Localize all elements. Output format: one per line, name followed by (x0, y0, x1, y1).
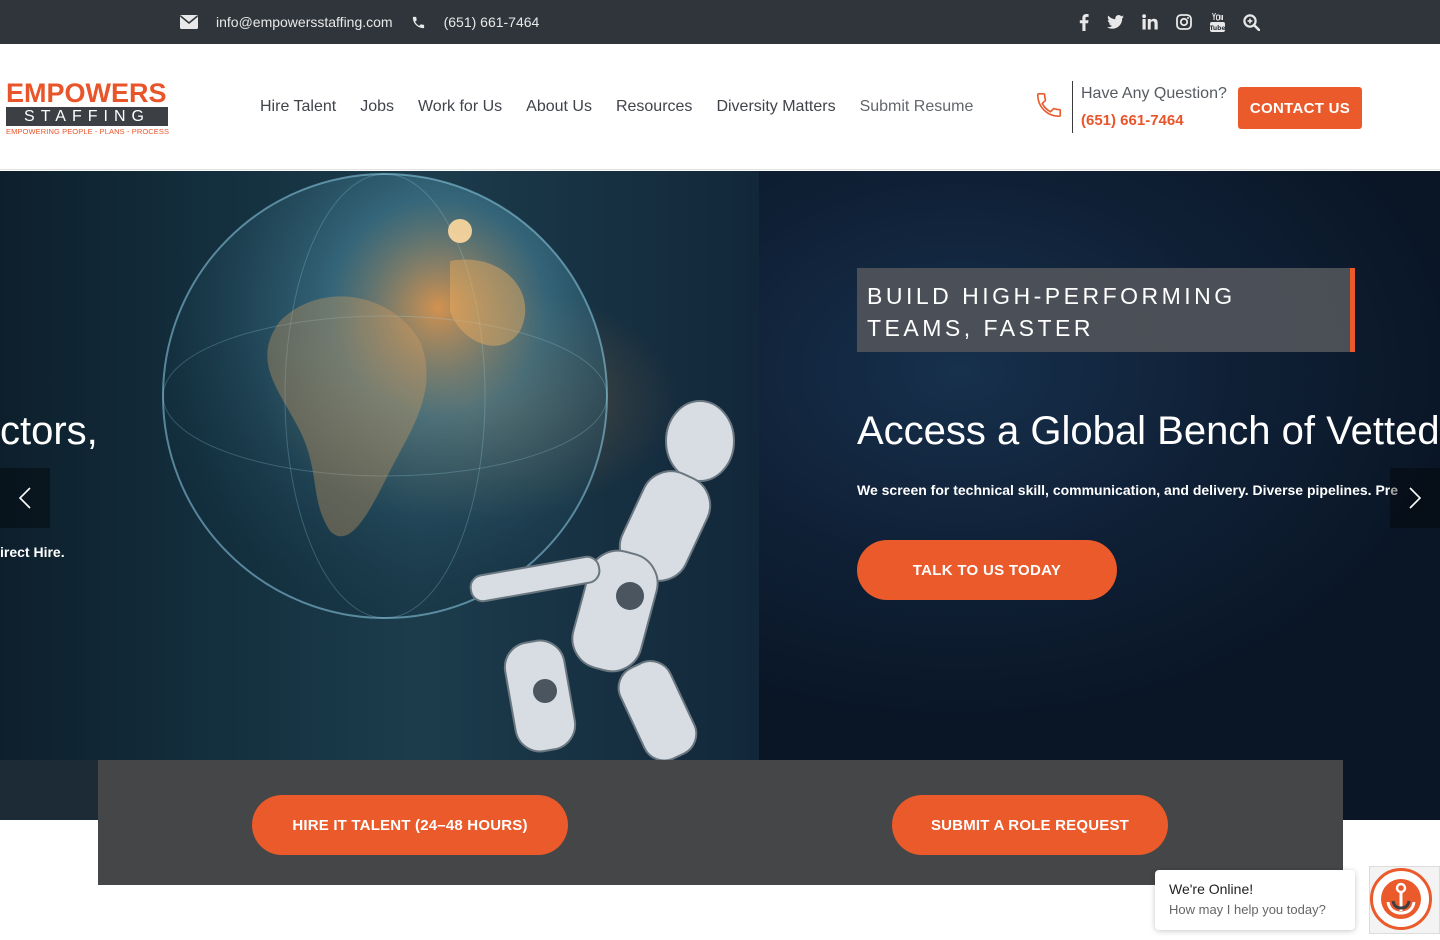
search-zoom-icon[interactable] (1243, 13, 1260, 31)
svg-text:Tube: Tube (1210, 25, 1225, 32)
social-links: Tube (1079, 0, 1260, 44)
nav-diversity-matters[interactable]: Diversity Matters (716, 98, 835, 116)
chat-title: We're Online! (1169, 881, 1254, 897)
youtube-icon[interactable]: Tube (1210, 12, 1225, 32)
facebook-icon[interactable] (1079, 13, 1089, 31)
top-email-link[interactable]: info@empowersstaffing.com (216, 14, 393, 30)
logo-subword: STAFFING (6, 107, 168, 126)
submit-role-request-button[interactable]: SUBMIT A ROLE REQUEST (892, 795, 1168, 855)
brand-logo[interactable]: EMPOWERS STAFFING EMPOWERING PEOPLE - PL… (6, 80, 172, 136)
instagram-icon[interactable] (1176, 14, 1192, 30)
contact-us-button[interactable]: CONTACT US (1238, 87, 1362, 129)
hire-it-talent-button[interactable]: HIRE IT TALENT (24–48 HOURS) (252, 795, 568, 855)
site-header: EMPOWERS STAFFING EMPOWERING PEOPLE - PL… (0, 44, 1440, 170)
phone-icon (411, 15, 426, 30)
header-phone-link[interactable]: (651) 661-7464 (1081, 109, 1227, 133)
hero-tagline: BUILD HIGH-PERFORMING TEAMS, FASTER (857, 268, 1355, 352)
prev-slide-subline: irect Hire. (0, 544, 65, 560)
linkedin-icon[interactable] (1142, 14, 1158, 30)
logo-wordmark: EMPOWERS (6, 78, 167, 108)
header-phone-box: Have Any Question? (651) 661-7464 (1034, 81, 1227, 133)
nav-submit-resume[interactable]: Submit Resume (860, 98, 974, 116)
page-root: info@empowersstaffing.com (651) 661-7464… (0, 0, 1440, 940)
hero-slider: ctors, irect Hire. BUILD HIGH-PERFORMING… (0, 171, 1440, 820)
phone-text: Have Any Question? (651) 661-7464 (1081, 82, 1227, 133)
prev-slide-headline: ctors, (0, 409, 98, 453)
envelope-icon (180, 15, 198, 29)
robot-illustration (469, 400, 735, 760)
slider-next-button[interactable] (1390, 468, 1440, 528)
phone-outline-icon (1034, 89, 1064, 126)
phone-divider (1072, 81, 1073, 133)
logo-tagline: EMPOWERING PEOPLE - PLANS - PROCESS (6, 127, 170, 136)
hero-image: ctors, irect Hire. (0, 171, 759, 760)
chat-subtitle: How may I help you today? (1169, 902, 1326, 917)
anchor-logo-icon (1381, 879, 1421, 919)
nav-work-for-us[interactable]: Work for Us (418, 98, 502, 116)
talk-to-us-button[interactable]: TALK TO US TODAY (857, 540, 1117, 600)
top-phone-link[interactable]: (651) 661-7464 (444, 14, 540, 30)
chevron-left-icon (18, 487, 31, 509)
main-nav: Hire Talent Jobs Work for Us About Us Re… (260, 44, 973, 170)
nav-about-us[interactable]: About Us (526, 98, 592, 116)
cta-band: HIRE IT TALENT (24–48 HOURS) SUBMIT A RO… (98, 760, 1343, 885)
chat-prompt-bubble[interactable]: We're Online! How may I help you today? (1155, 870, 1355, 930)
nav-hire-talent[interactable]: Hire Talent (260, 98, 336, 116)
top-bar: info@empowersstaffing.com (651) 661-7464… (0, 0, 1440, 44)
slider-prev-button[interactable] (0, 468, 50, 528)
hero-headline: Access a Global Bench of Vetted (857, 409, 1440, 453)
question-label: Have Any Question? (1081, 84, 1227, 102)
chevron-right-icon (1409, 487, 1422, 509)
twitter-icon[interactable] (1107, 15, 1124, 29)
top-contact: info@empowersstaffing.com (651) 661-7464 (180, 0, 539, 44)
nav-resources[interactable]: Resources (616, 98, 692, 116)
hero-bottom-strip (0, 760, 98, 820)
chat-launcher-button[interactable] (1370, 868, 1432, 930)
nav-jobs[interactable]: Jobs (360, 98, 394, 116)
hero-subline: We screen for technical skill, communica… (857, 482, 1399, 498)
